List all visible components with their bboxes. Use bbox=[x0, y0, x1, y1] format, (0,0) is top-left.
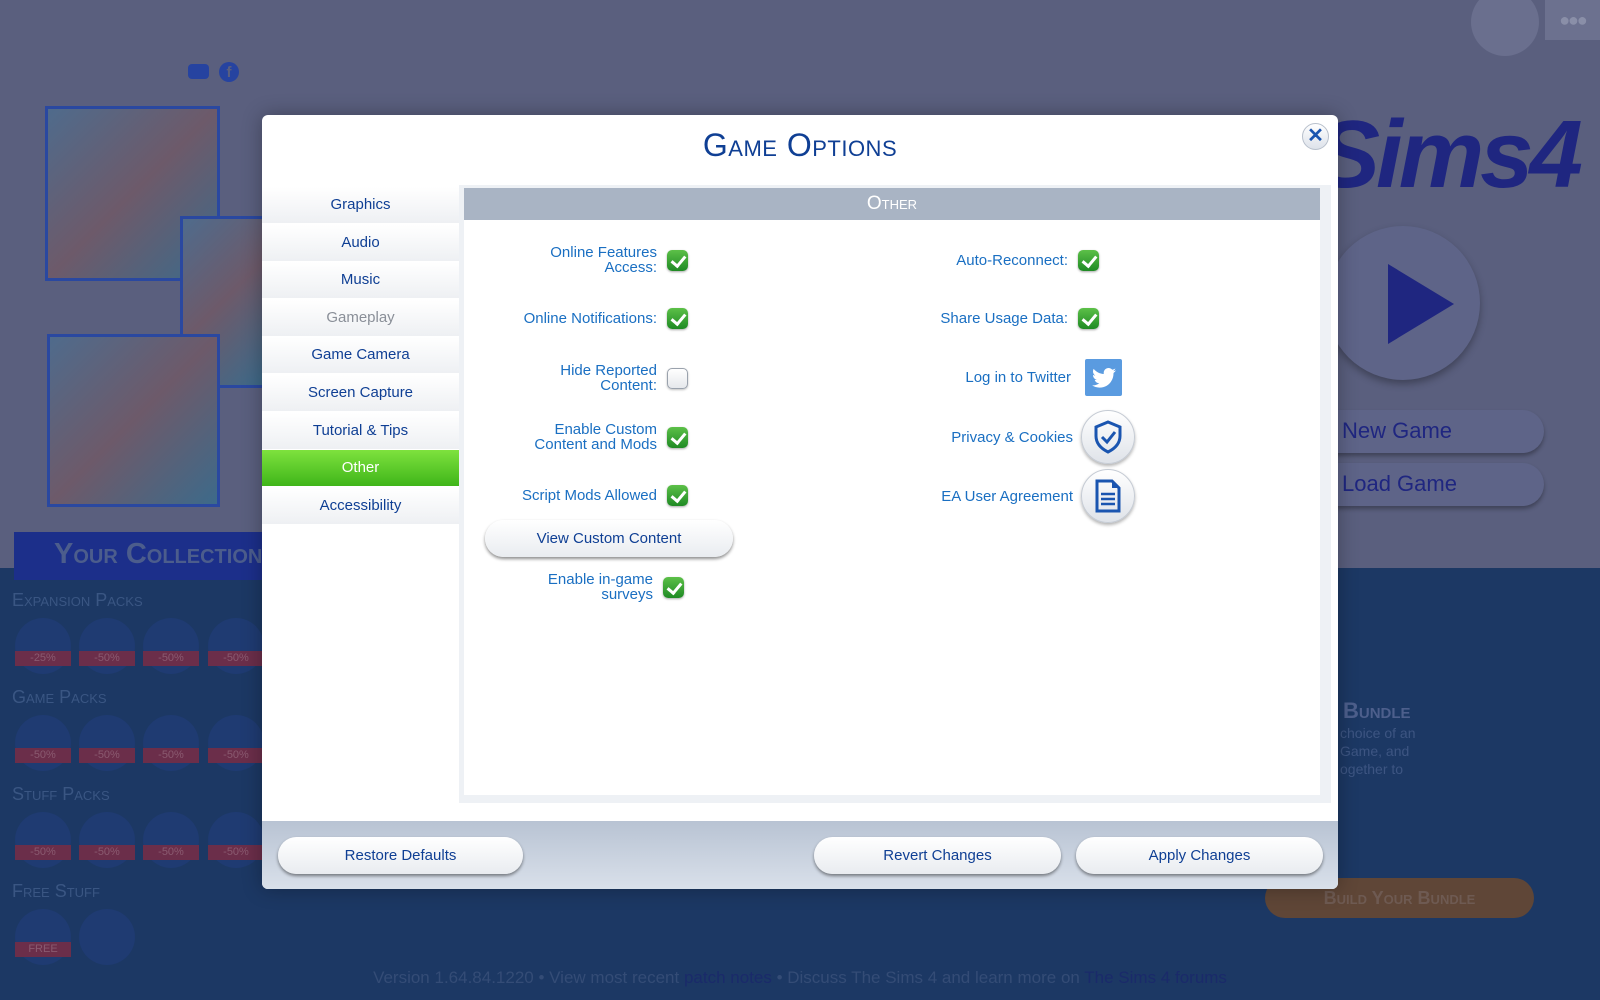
discount-badge: -50% bbox=[79, 845, 135, 860]
dialog-title: Game Options bbox=[702, 127, 898, 163]
pack-icon[interactable]: -50% bbox=[79, 812, 135, 868]
pack-icon[interactable] bbox=[79, 909, 135, 965]
section-header: Other bbox=[464, 188, 1320, 220]
facebook-icon[interactable]: f bbox=[219, 62, 239, 82]
nav-item-music[interactable]: Music bbox=[262, 262, 459, 299]
section-label: Stuff Packs bbox=[12, 784, 110, 804]
option-label: EA User Agreement bbox=[941, 487, 1073, 505]
pack-icon[interactable]: -50% bbox=[208, 715, 264, 771]
pack-icon[interactable]: -50% bbox=[15, 812, 71, 868]
pack-icon[interactable]: -50% bbox=[79, 618, 135, 674]
pack-icon[interactable]: -50% bbox=[15, 715, 71, 771]
option-label: Auto-Reconnect: bbox=[956, 251, 1068, 269]
option-checkbox[interactable] bbox=[667, 367, 688, 389]
discount-badge: -25% bbox=[15, 651, 71, 666]
nav-item-tutorial-tips[interactable]: Tutorial & Tips bbox=[262, 412, 459, 449]
option-label: Log in to Twitter bbox=[965, 369, 1071, 386]
section-label: Expansion Packs bbox=[12, 590, 143, 610]
option-label: Enable in-game surveys bbox=[547, 571, 653, 603]
option-label: Enable Custom Content and Mods bbox=[534, 421, 657, 453]
pack-icon[interactable]: -50% bbox=[208, 618, 264, 674]
pack-icon[interactable]: -50% bbox=[143, 812, 199, 868]
pack-icon[interactable]: -25% bbox=[15, 618, 71, 674]
sims-logo: Sims4 bbox=[1316, 101, 1583, 208]
apply-changes-button[interactable]: Apply Changes bbox=[1076, 837, 1323, 874]
footer-text: • Discuss The Sims 4 and learn more on bbox=[771, 968, 1085, 987]
option-checkbox[interactable] bbox=[667, 307, 688, 329]
discount-badge: -50% bbox=[15, 845, 71, 860]
option-row: Online Features Access: bbox=[507, 244, 688, 276]
discount-badge: -50% bbox=[143, 748, 199, 763]
option-twitter: Log in to Twitter bbox=[965, 359, 1122, 396]
option-label: Online Notifications: bbox=[523, 309, 657, 327]
option-label: Script Mods Allowed bbox=[521, 486, 657, 504]
gallery-button[interactable] bbox=[1471, 0, 1539, 56]
version-footer: Version 1.64.84.1220 • View most recent … bbox=[0, 968, 1600, 988]
youtube-icon[interactable] bbox=[188, 64, 209, 79]
view-custom-content-button[interactable]: View Custom Content bbox=[485, 520, 733, 557]
option-checkbox[interactable] bbox=[1078, 307, 1099, 329]
options-sidebar: Graphics Audio Music Gameplay Game Camera Scr… bbox=[262, 187, 459, 525]
play-button[interactable] bbox=[1326, 226, 1480, 380]
discount-badge: -50% bbox=[143, 651, 199, 666]
pack-icon[interactable]: FREE bbox=[15, 909, 71, 965]
pack-icon[interactable]: -50% bbox=[79, 715, 135, 771]
pack-icon[interactable]: -50% bbox=[208, 812, 264, 868]
shield-check-icon[interactable] bbox=[1081, 410, 1135, 464]
document-icon[interactable] bbox=[1081, 469, 1135, 523]
discount-badge: -50% bbox=[208, 651, 264, 666]
dialog-footer: Restore Defaults Revert Changes Apply Ch… bbox=[262, 821, 1338, 889]
option-row: Online Notifications: bbox=[507, 302, 688, 334]
option-checkbox[interactable] bbox=[667, 249, 688, 271]
pack-icon[interactable]: -50% bbox=[143, 618, 199, 674]
more-menu-button[interactable]: ●●● bbox=[1545, 0, 1600, 40]
nav-item-game-camera[interactable]: Game Camera bbox=[262, 337, 459, 374]
version-text: Version 1.64.84.1220 • View most recent bbox=[373, 968, 684, 987]
pack-image[interactable] bbox=[47, 334, 220, 507]
pack-icon[interactable]: -50% bbox=[143, 715, 199, 771]
option-row: Hide Reported Content: bbox=[507, 362, 688, 394]
close-button[interactable]: ✕ bbox=[1302, 123, 1329, 150]
option-label: Hide Reported Content: bbox=[560, 362, 657, 394]
option-row: Script Mods Allowed bbox=[507, 479, 688, 511]
option-label: Share Usage Data: bbox=[940, 309, 1068, 327]
option-label: Online Features Access: bbox=[550, 244, 657, 276]
discount-badge: FREE bbox=[15, 942, 71, 957]
option-row: Share Usage Data: bbox=[940, 302, 1099, 334]
nav-item-screen-capture[interactable]: Screen Capture bbox=[262, 374, 459, 411]
option-row: Enable Custom Content and Mods bbox=[507, 421, 688, 453]
option-checkbox[interactable] bbox=[667, 426, 688, 448]
nav-item-accessibility[interactable]: Accessibility bbox=[262, 487, 459, 524]
restore-defaults-button[interactable]: Restore Defaults bbox=[278, 837, 523, 874]
patch-notes-link[interactable]: patch notes bbox=[684, 968, 772, 987]
discount-badge: -50% bbox=[143, 845, 199, 860]
collection-title: Your Collection bbox=[14, 532, 274, 580]
discount-badge: -50% bbox=[208, 748, 264, 763]
option-privacy: Privacy & Cookies bbox=[951, 410, 1135, 464]
option-checkbox[interactable] bbox=[667, 484, 688, 506]
option-enable-surveys: Enable in-game surveys bbox=[503, 572, 684, 602]
game-options-dialog: Game Options ✕ Graphics Audio Music Gamepla… bbox=[262, 115, 1338, 889]
option-row: Auto-Reconnect: bbox=[956, 244, 1099, 276]
nav-item-gameplay[interactable]: Gameplay bbox=[262, 299, 459, 336]
surveys-checkbox[interactable] bbox=[663, 576, 684, 598]
option-checkbox[interactable] bbox=[1078, 249, 1099, 271]
revert-changes-button[interactable]: Revert Changes bbox=[814, 837, 1061, 874]
nav-item-graphics[interactable]: Graphics bbox=[262, 187, 459, 223]
nav-item-other[interactable]: Other bbox=[262, 450, 459, 487]
section-label: Game Packs bbox=[12, 687, 107, 707]
option-user-agreement: EA User Agreement bbox=[941, 469, 1135, 523]
section-label: Free Stuff bbox=[12, 881, 100, 901]
bundle-title: Bundle bbox=[1343, 698, 1411, 723]
discount-badge: -50% bbox=[79, 748, 135, 763]
discount-badge: -50% bbox=[208, 845, 264, 860]
bundle-description: choice of an Game, and ogether to bbox=[1340, 725, 1416, 777]
option-label: Privacy & Cookies bbox=[951, 428, 1073, 446]
discount-badge: -50% bbox=[15, 748, 71, 763]
twitter-icon[interactable] bbox=[1085, 359, 1122, 396]
forums-link[interactable]: The Sims 4 forums bbox=[1084, 968, 1227, 987]
nav-item-audio[interactable]: Audio bbox=[262, 224, 459, 261]
discount-badge: -50% bbox=[79, 651, 135, 666]
